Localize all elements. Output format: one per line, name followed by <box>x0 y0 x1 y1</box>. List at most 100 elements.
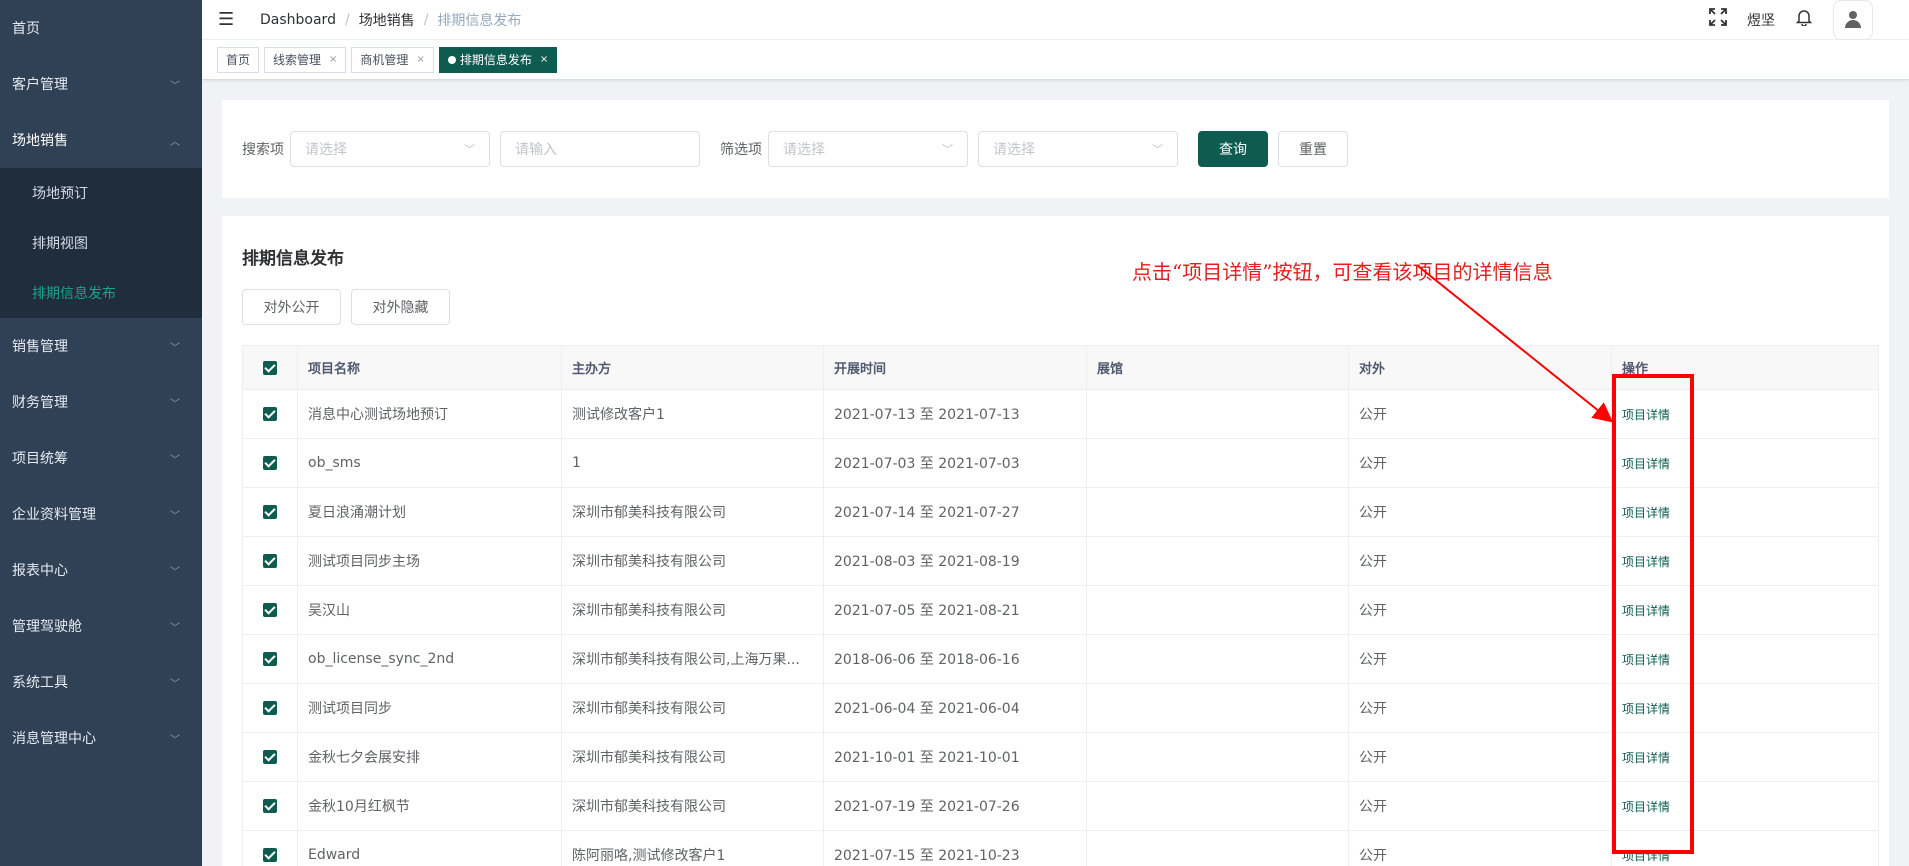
chevron-down-icon: ﹀ <box>464 143 475 156</box>
username[interactable]: 煜坚 <box>1747 10 1775 30</box>
cell-public: 公开 <box>1348 732 1612 782</box>
sidebar-item-label: 管理驾驶舱 <box>12 619 82 635</box>
cell-organizer: 深圳市郁美科技有限公司 <box>561 781 824 831</box>
sidebar-item-label: 财务管理 <box>12 395 68 411</box>
sidebar-item-reports[interactable]: 报表中心 ﹀ <box>0 542 202 598</box>
close-icon[interactable]: × <box>540 54 548 65</box>
chevron-down-icon: ﹀ <box>170 510 180 522</box>
sidebar-item-customer[interactable]: 客户管理 ﹀ <box>0 56 202 112</box>
sidebar-item-finance[interactable]: 财务管理 ﹀ <box>0 374 202 430</box>
cell-hall <box>1086 487 1349 537</box>
sidebar-item-home[interactable]: 首页 <box>0 0 202 56</box>
fullscreen-icon[interactable] <box>1709 8 1727 31</box>
sidebar-item-messages[interactable]: 消息管理中心 ﹀ <box>0 710 202 766</box>
select-all-checkbox[interactable] <box>242 345 298 390</box>
sidebar-item-sales[interactable]: 销售管理 ﹀ <box>0 318 202 374</box>
checkbox-checked-icon <box>263 554 277 568</box>
cell-project-name: Edward <box>297 830 562 866</box>
hide-button[interactable]: 对外隐藏 <box>351 289 450 325</box>
cell-time: 2021-07-14 至 2021-07-27 <box>823 487 1087 537</box>
chevron-down-icon: ﹀ <box>170 566 180 578</box>
cell-project-name: 吴汉山 <box>297 585 562 635</box>
cell-organizer: 1 <box>561 438 824 488</box>
sidebar-item-label: 排期视图 <box>32 236 88 252</box>
filter-label: 筛选项 <box>720 142 762 158</box>
row-checkbox[interactable] <box>242 634 298 684</box>
row-checkbox[interactable] <box>242 487 298 537</box>
cell-hall <box>1086 389 1349 439</box>
row-checkbox[interactable] <box>242 781 298 831</box>
cell-hall <box>1086 438 1349 488</box>
cell-project-name: 夏日浪涌潮计划 <box>297 487 562 537</box>
checkbox-checked-icon <box>263 652 277 666</box>
sidebar: 首页 客户管理 ﹀ 场地销售 ︿ 场地预订 排期视图 排期信息发布 销售管理 ﹀ 财务… <box>0 0 202 866</box>
sidebar-item-label: 项目统筹 <box>12 451 68 467</box>
reset-button[interactable]: 重置 <box>1278 131 1348 167</box>
tag-schedule-publish[interactable]: 排期信息发布 × <box>438 46 558 73</box>
cell-public: 公开 <box>1348 781 1612 831</box>
cell-organizer: 深圳市郁美科技有限公司 <box>561 487 824 537</box>
chevron-down-icon: ﹀ <box>170 678 180 690</box>
row-checkbox[interactable] <box>242 438 298 488</box>
public-button[interactable]: 对外公开 <box>242 289 341 325</box>
cell-time: 2021-07-03 至 2021-07-03 <box>823 438 1087 488</box>
sidebar-item-project[interactable]: 项目统筹 ﹀ <box>0 430 202 486</box>
close-icon[interactable]: × <box>329 54 337 65</box>
tag-leads[interactable]: 线索管理 × <box>264 46 347 73</box>
chevron-up-icon: ︿ <box>170 136 180 148</box>
sidebar-item-label: 消息管理中心 <box>12 731 96 747</box>
cell-organizer: 深圳市郁美科技有限公司 <box>561 585 824 635</box>
tag-opportunities[interactable]: 商机管理 × <box>351 46 434 73</box>
cell-project-name: ob_sms <box>297 438 562 488</box>
row-checkbox[interactable] <box>242 389 298 439</box>
filter-select-1[interactable]: 请选择 ﹀ <box>768 131 968 167</box>
sidebar-item-schedule-view[interactable]: 排期视图 <box>0 218 202 268</box>
cell-time: 2021-07-15 至 2021-10-23 <box>823 830 1087 866</box>
sidebar-item-schedule-publish[interactable]: 排期信息发布 <box>0 268 202 318</box>
cell-time: 2021-07-19 至 2021-07-26 <box>823 781 1087 831</box>
checkbox-checked-icon <box>263 407 277 421</box>
row-checkbox[interactable] <box>242 536 298 586</box>
cell-time: 2021-10-01 至 2021-10-01 <box>823 732 1087 782</box>
sidebar-item-enterprise[interactable]: 企业资料管理 ﹀ <box>0 486 202 542</box>
search-label: 搜索项 <box>242 142 284 158</box>
cell-project-name: 金秋10月红枫节 <box>297 781 562 831</box>
avatar[interactable] <box>1833 0 1873 40</box>
cell-time: 2021-08-03 至 2021-08-19 <box>823 536 1087 586</box>
bell-icon[interactable] <box>1795 8 1813 31</box>
cell-organizer: 陈阿丽咯,测试修改客户1 <box>561 830 824 866</box>
sidebar-item-venue-booking[interactable]: 场地预订 <box>0 168 202 218</box>
breadcrumb-separator: / <box>423 11 429 28</box>
chevron-down-icon: ﹀ <box>1152 143 1163 156</box>
cell-hall <box>1086 830 1349 866</box>
row-checkbox[interactable] <box>242 683 298 733</box>
cell-organizer: 深圳市郁美科技有限公司 <box>561 536 824 586</box>
close-icon[interactable]: × <box>416 54 424 65</box>
tags-view: 首页 线索管理 × 商机管理 × 排期信息发布 × <box>202 40 1909 80</box>
checkbox-checked-icon <box>263 750 277 764</box>
row-checkbox[interactable] <box>242 732 298 782</box>
sidebar-item-label: 场地销售 <box>12 133 68 149</box>
sidebar-item-tools[interactable]: 系统工具 ﹀ <box>0 654 202 710</box>
checkbox-checked-icon <box>263 799 277 813</box>
checkbox-checked-icon <box>263 360 277 375</box>
sidebar-item-venue-sales[interactable]: 场地销售 ︿ <box>0 112 202 168</box>
cell-time: 2021-07-05 至 2021-08-21 <box>823 585 1087 635</box>
sidebar-item-cockpit[interactable]: 管理驾驶舱 ﹀ <box>0 598 202 654</box>
checkbox-checked-icon <box>263 505 277 519</box>
tag-label: 排期信息发布 <box>459 53 532 67</box>
row-checkbox[interactable] <box>242 585 298 635</box>
search-field-select[interactable]: 请选择 ﹀ <box>290 131 490 167</box>
breadcrumb-item-dashboard[interactable]: Dashboard <box>260 12 336 28</box>
checkbox-checked-icon <box>263 603 277 617</box>
cell-organizer: 深圳市郁美科技有限公司 <box>561 732 824 782</box>
chevron-down-icon: ﹀ <box>170 398 180 410</box>
row-checkbox[interactable] <box>242 830 298 866</box>
cell-project-name: 金秋七夕会展安排 <box>297 732 562 782</box>
menu-fold-icon[interactable]: ☰ <box>218 9 236 30</box>
tag-home[interactable]: 首页 <box>217 46 260 73</box>
chevron-down-icon: ﹀ <box>170 342 180 354</box>
search-input[interactable]: 请输入 <box>500 131 700 167</box>
filter-select-2[interactable]: 请选择 ﹀ <box>978 131 1178 167</box>
query-button[interactable]: 查询 <box>1198 131 1268 167</box>
